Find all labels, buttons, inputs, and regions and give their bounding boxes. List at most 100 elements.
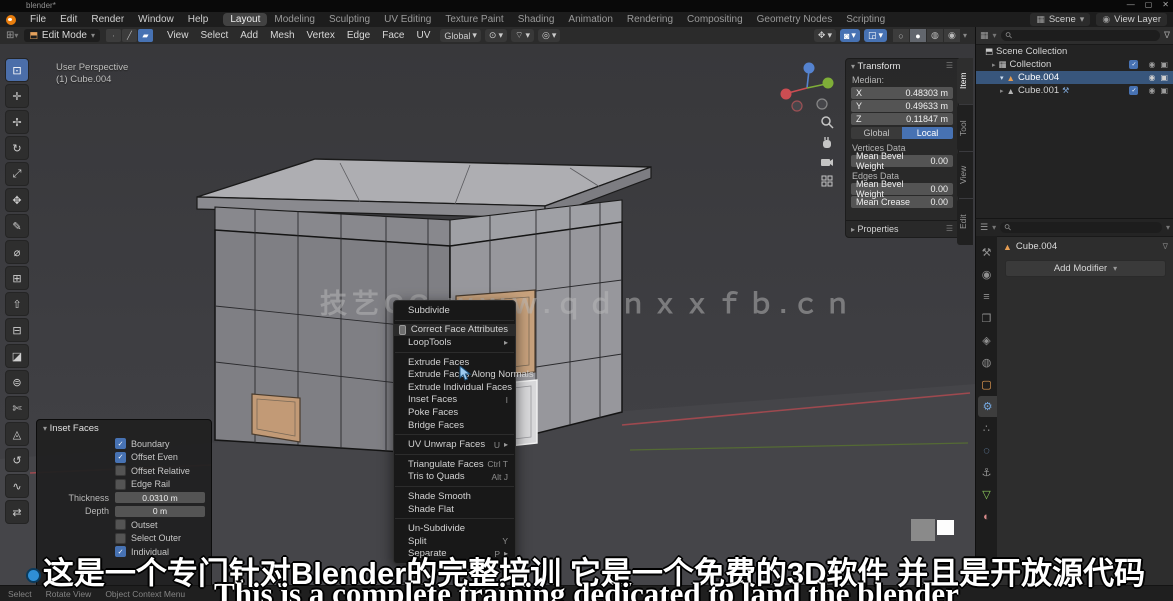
inset-panel-header[interactable]: ▾ Inset Faces — [37, 420, 211, 437]
sidebar-tab-edit[interactable]: Edit — [957, 199, 973, 245]
tab-render-properties[interactable]: ◉ — [976, 264, 997, 285]
minimize-button[interactable]: — — [1127, 0, 1135, 9]
properties-collapsed-panel[interactable]: ▸ Properties ☰ — [846, 220, 958, 237]
tab-object-properties[interactable]: ▢ — [976, 374, 997, 395]
local-button[interactable]: Local — [902, 127, 953, 139]
zoom-view-button[interactable] — [817, 112, 837, 132]
median-z-field[interactable]: Z 0.11847 m — [851, 113, 953, 125]
menu-item-un-subdivide[interactable]: Un-Subdivide — [394, 522, 515, 535]
menu-face[interactable]: Face — [376, 30, 410, 41]
tool-measure[interactable]: ⌀ — [5, 240, 29, 264]
tab-shading[interactable]: Shading — [511, 13, 562, 26]
tab-texture-paint[interactable]: Texture Paint — [438, 13, 510, 26]
disclosure-icon[interactable]: ▸ — [992, 61, 996, 69]
tab-sculpting[interactable]: Sculpting — [322, 13, 377, 26]
edge-rail-checkbox[interactable] — [115, 479, 126, 490]
tool-inset-faces[interactable]: ⊟ — [5, 318, 29, 342]
median-y-field[interactable]: Y 0.49633 m — [851, 100, 953, 112]
filter-icon[interactable]: ∇ — [1164, 30, 1170, 41]
menu-item-inset-faces[interactable]: Inset FacesI — [394, 394, 515, 407]
view-layer-selector[interactable]: ◉ View Layer — [1096, 13, 1167, 26]
menu-help[interactable]: Help — [181, 14, 216, 25]
close-button[interactable]: ✕ — [1162, 0, 1169, 9]
menu-render[interactable]: Render — [84, 14, 131, 25]
outliner-row-scene-collection[interactable]: ⬒ Scene Collection — [976, 45, 1173, 58]
proportional-editing-button[interactable]: ◎ ▾ — [538, 29, 560, 42]
menu-item-subdivide[interactable]: Subdivide — [394, 304, 515, 317]
tool-rotate[interactable]: ↻ — [5, 136, 29, 160]
menu-item-split[interactable]: SplitY — [394, 535, 515, 548]
menu-item-uv-unwrap-faces[interactable]: UV Unwrap FacesU▸ — [394, 438, 515, 451]
menu-item-triangulate-faces[interactable]: Triangulate FacesCtrl T — [394, 458, 515, 471]
tab-scene-properties[interactable]: ◈ — [976, 330, 997, 351]
sidebar-tab-tool[interactable]: Tool — [957, 105, 973, 151]
camera-icon[interactable]: ▣ — [1160, 60, 1168, 69]
tab-tool-properties[interactable]: ⚒ — [976, 242, 997, 263]
shading-rendered-button[interactable]: ◉ — [944, 29, 960, 42]
menu-item-extrude-faces-along-normals[interactable]: Extrude Faces Along Normals — [394, 368, 515, 381]
tab-animation[interactable]: Animation — [561, 13, 619, 26]
disclosure-icon[interactable]: ▸ — [1000, 87, 1004, 95]
face-select-button[interactable]: ▰ — [138, 29, 153, 42]
boundary-checkbox[interactable]: ✓ — [115, 438, 126, 449]
tab-output-properties[interactable]: ≡ — [976, 286, 997, 307]
tool-poly-build[interactable]: ◬ — [5, 422, 29, 446]
offset-even-checkbox[interactable]: ✓ — [115, 452, 126, 463]
outliner-row-cube-004[interactable]: ▾ ▲ Cube.004 ◉▣ — [976, 71, 1173, 84]
tool-move[interactable]: ✢ — [5, 110, 29, 134]
tab-world-properties[interactable]: ◍ — [976, 352, 997, 373]
blender-logo-icon[interactable] — [6, 15, 16, 25]
pivot-point-selector[interactable]: ⊙ ▾ — [485, 29, 507, 42]
menu-item-shade-smooth[interactable]: Shade Smooth — [394, 490, 515, 503]
tool-select-box[interactable]: ⊡ — [5, 58, 29, 82]
global-button[interactable]: Global — [851, 127, 902, 139]
tab-modeling[interactable]: Modeling — [267, 13, 322, 26]
tool-annotate[interactable]: ✎ — [5, 214, 29, 238]
editor-type-icon[interactable]: ⊞ — [6, 30, 14, 41]
snap-toggle-button[interactable]: ⌔ ▾ — [511, 29, 534, 42]
outset-checkbox[interactable] — [115, 519, 126, 530]
tool-edge-slide[interactable]: ⇄ — [5, 500, 29, 524]
shading-wireframe-button[interactable]: ○ — [893, 29, 909, 42]
menu-add[interactable]: Add — [234, 30, 264, 41]
menu-item-extrude-individual-faces[interactable]: Extrude Individual Faces — [394, 381, 515, 394]
menu-vertex[interactable]: Vertex — [301, 30, 341, 41]
tab-layout[interactable]: Layout — [223, 13, 267, 26]
menu-item-bridge-faces[interactable]: Bridge Faces — [394, 419, 515, 432]
tool-transform[interactable]: ✥ — [5, 188, 29, 212]
transform-orientation-selector[interactable]: Global ▾ — [440, 29, 481, 42]
tab-particle-properties[interactable]: ∴ — [976, 418, 997, 439]
eye-icon[interactable]: ◉ — [1148, 86, 1155, 95]
outliner-search-input[interactable]: ⚲ — [1001, 30, 1160, 41]
depth-field[interactable]: 0 m — [115, 506, 205, 517]
menu-uv[interactable]: UV — [410, 30, 436, 41]
menu-item-extrude-faces[interactable]: Extrude Faces — [394, 356, 515, 369]
scene-selector[interactable]: ▦ Scene ▾ — [1030, 13, 1090, 26]
tool-cursor[interactable]: ✛ — [5, 84, 29, 108]
tab-view-layer-properties[interactable]: ❐ — [976, 308, 997, 329]
sidebar-tab-item[interactable]: Item — [957, 58, 973, 104]
properties-search-input[interactable]: ⚲ — [1000, 222, 1162, 233]
grip-icon[interactable]: ☰ — [946, 61, 953, 72]
mode-selector[interactable]: ⬒ Edit Mode ▾ — [24, 29, 100, 42]
shading-material-button[interactable]: ◍ — [927, 29, 943, 42]
perspective-toggle-button[interactable] — [817, 171, 837, 191]
menu-item-poke-faces[interactable]: Poke Faces — [394, 406, 515, 419]
camera-icon[interactable]: ▣ — [1160, 73, 1168, 82]
properties-editor-icon[interactable]: ☰ — [980, 222, 988, 233]
tab-rendering[interactable]: Rendering — [620, 13, 680, 26]
menu-item-looptools[interactable]: LoopTools▸ — [394, 336, 515, 349]
exclude-checkbox[interactable]: ✓ — [1129, 86, 1138, 95]
tool-bevel[interactable]: ◪ — [5, 344, 29, 368]
shading-solid-button[interactable]: ● — [910, 29, 926, 42]
menu-select[interactable]: Select — [194, 30, 234, 41]
menu-window[interactable]: Window — [131, 14, 181, 25]
menu-edit[interactable]: Edit — [53, 14, 84, 25]
tool-smooth[interactable]: ∿ — [5, 474, 29, 498]
tab-geometry-nodes[interactable]: Geometry Nodes — [750, 13, 840, 26]
tab-compositing[interactable]: Compositing — [680, 13, 750, 26]
maximize-button[interactable]: ▢ — [1145, 0, 1153, 9]
select-outer-checkbox[interactable] — [115, 533, 126, 544]
show-overlays-button[interactable]: ◙▾ — [840, 29, 860, 42]
camera-view-button[interactable] — [817, 152, 837, 172]
